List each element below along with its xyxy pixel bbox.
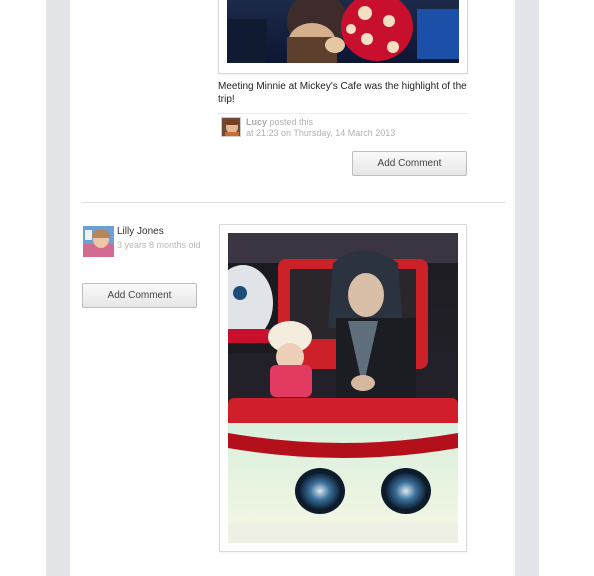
poster-action: posted this xyxy=(269,117,314,127)
post-divider xyxy=(82,202,505,203)
post-photo-frame[interactable] xyxy=(218,0,468,74)
post-photo xyxy=(228,233,458,543)
avatar[interactable] xyxy=(221,117,241,137)
add-comment-button[interactable]: Add Comment xyxy=(352,151,467,176)
avatar-icon xyxy=(222,118,240,136)
page-gutter-left xyxy=(46,0,70,576)
post-photo-frame[interactable] xyxy=(219,224,467,552)
post-photo xyxy=(227,0,459,63)
user-name[interactable]: Lilly Jones xyxy=(117,226,164,237)
add-comment-button[interactable]: Add Comment xyxy=(82,283,197,308)
user-age: 3 years 8 months old xyxy=(117,240,201,250)
minnie-mouse-photo xyxy=(227,0,459,63)
page-gutter-right xyxy=(515,0,539,576)
post-caption: Meeting Minnie at Mickey's Cafe was the … xyxy=(218,81,467,105)
avatar[interactable] xyxy=(83,226,114,257)
poster-name[interactable]: Lucy xyxy=(246,117,267,127)
post-timestamp: at 21:23 on Thursday, 14 March 2013 xyxy=(246,128,396,138)
avatar-icon xyxy=(83,226,114,257)
fairground-ride-photo xyxy=(228,233,458,543)
